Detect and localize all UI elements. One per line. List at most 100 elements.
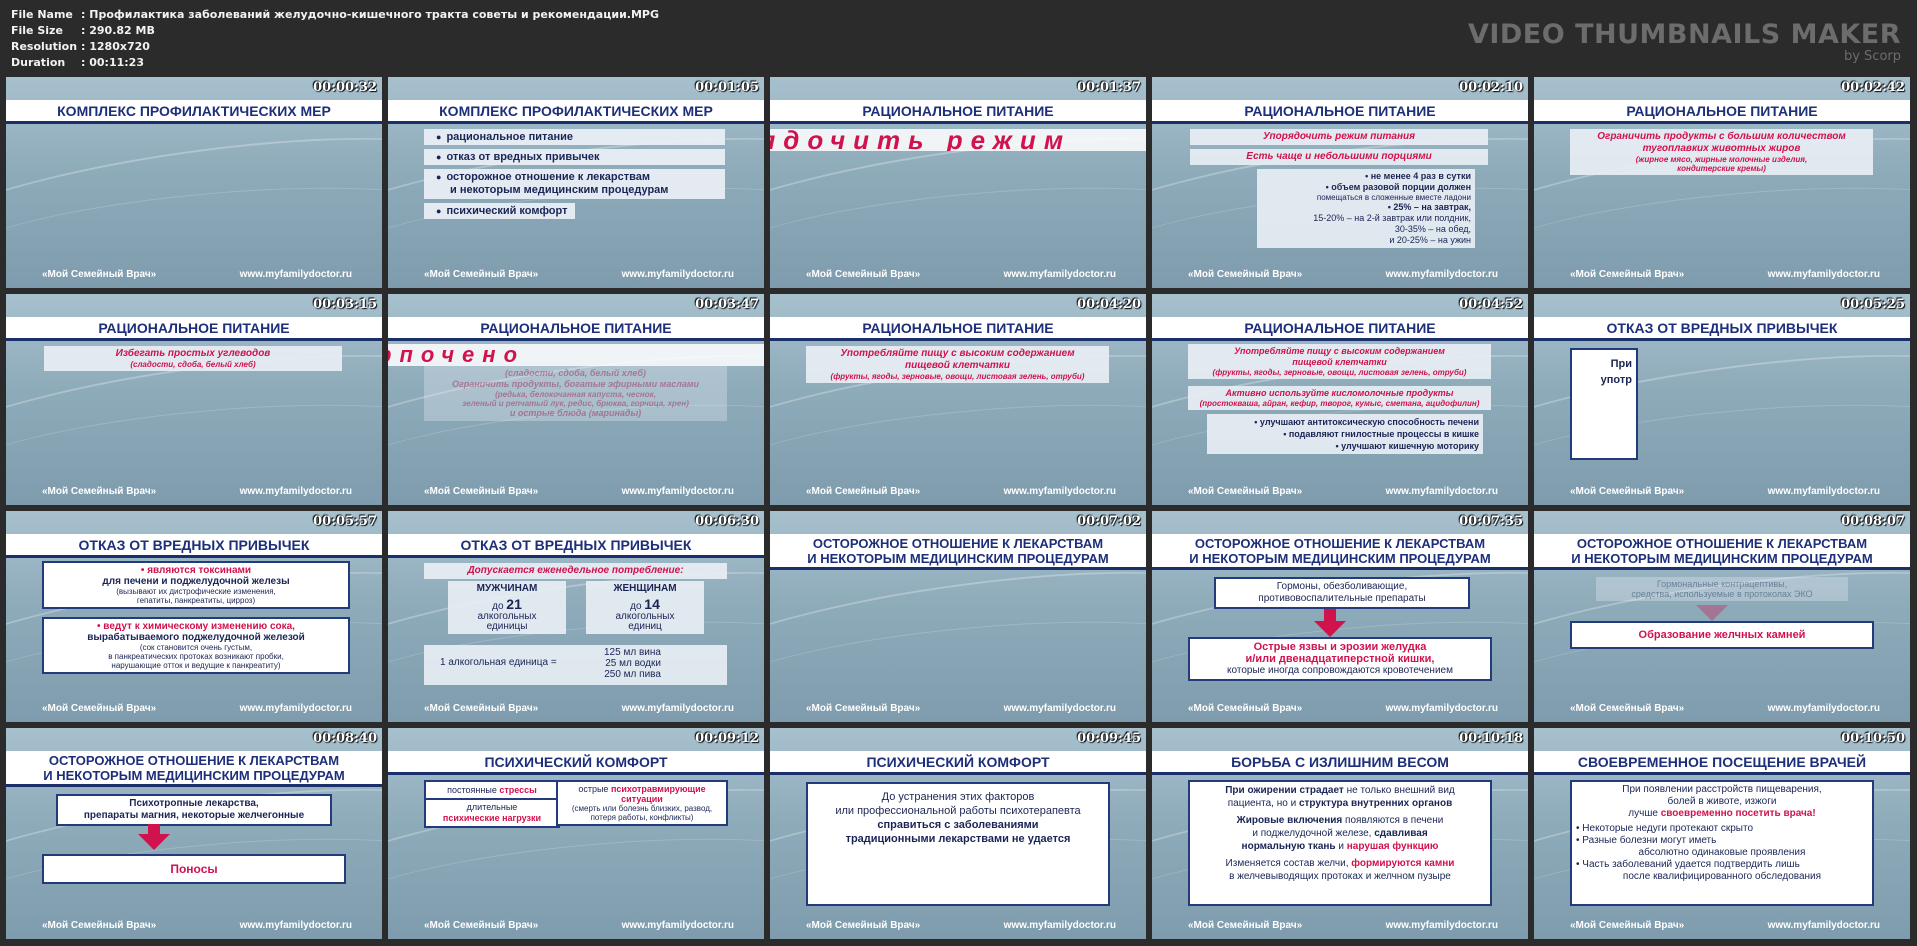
timestamp: 00:07:02 <box>1077 514 1141 529</box>
footer-url: www.myfamilydoctor.ru <box>621 486 734 497</box>
footer-url: www.myfamilydoctor.ru <box>621 269 734 280</box>
file-size-label: File Size <box>11 24 63 37</box>
arrow-down-icon <box>1696 605 1728 621</box>
text-box: 1 алкогольная единица = 125 мл вина 25 м… <box>424 645 727 685</box>
slide-title: РАЦИОНАЛЬНОЕ ПИТАНИЕ <box>388 317 764 341</box>
duration-row: Duration : 00:11:23 <box>11 55 659 71</box>
footer-brand: «Мой Семейный Врач» <box>1188 703 1303 714</box>
file-size-value: 290.82 MB <box>89 24 155 37</box>
thumbnail[interactable]: 00:10:50 СВОЕВРЕМЕННОЕ ПОСЕЩЕНИЕ ВРАЧЕЙ … <box>1534 728 1910 939</box>
footer-url: www.myfamilydoctor.ru <box>1767 269 1880 280</box>
thumbnail[interactable]: 00:02:42 РАЦИОНАЛЬНОЕ ПИТАНИЕ Ограничить… <box>1534 77 1910 288</box>
slide-content: ядочить режим <box>770 125 1146 262</box>
timestamp: 00:04:20 <box>1077 297 1141 312</box>
thumbnail[interactable]: 00:07:35 ОСТОРОЖНОЕ ОТНОШЕНИЕ К ЛЕКАРСТВ… <box>1152 511 1528 722</box>
slide-footer: «Мой Семейный Врач» www.myfamilydoctor.ru <box>1534 920 1910 931</box>
timestamp: 00:03:15 <box>313 297 377 312</box>
timestamp: 00:10:50 <box>1841 731 1905 746</box>
thumbnail[interactable]: 00:03:47 РАЦИОНАЛЬНОЕ ПИТАНИЕ рпочено (с… <box>388 294 764 505</box>
footer-brand: «Мой Семейный Врач» <box>424 269 539 280</box>
slide-title: ОСТОРОЖНОЕ ОТНОШЕНИЕ К ЛЕКАРСТВАМ И НЕКОТ… <box>6 751 382 787</box>
text-box: (сладости, сдоба, белый хлеб) Ограничить… <box>424 366 727 421</box>
footer-url: www.myfamilydoctor.ru <box>1003 703 1116 714</box>
slide-title: СВОЕВРЕМЕННОЕ ПОСЕЩЕНИЕ ВРАЧЕЙ <box>1534 751 1910 775</box>
slide-content: Употребляйте пищу с высоким содержанием … <box>770 342 1146 479</box>
text-box: Употребляйте пищу с высоким содержанием … <box>1188 344 1491 379</box>
thumbnail[interactable]: 00:07:02 ОСТОРОЖНОЕ ОТНОШЕНИЕ К ЛЕКАРСТВ… <box>770 511 1146 722</box>
slide-content: • являются токсинами для печени и поджел… <box>6 559 382 696</box>
slide-footer: «Мой Семейный Врач» www.myfamilydoctor.ru <box>1152 269 1528 280</box>
slide-footer: «Мой Семейный Врач» www.myfamilydoctor.ru <box>1534 703 1910 714</box>
slide-footer: «Мой Семейный Врач» www.myfamilydoctor.ru <box>1152 920 1528 931</box>
file-info-panel: File Name : Профилактика заболеваний жел… <box>11 7 659 71</box>
text-box: Избегать простых углеводов (сладости, сд… <box>44 346 342 371</box>
thumbnail[interactable]: 00:08:40 ОСТОРОЖНОЕ ОТНОШЕНИЕ К ЛЕКАРСТВ… <box>6 728 382 939</box>
timestamp: 00:05:57 <box>313 514 377 529</box>
slide-footer: «Мой Семейный Врач» www.myfamilydoctor.ru <box>6 703 382 714</box>
thumbnail[interactable]: 00:03:15 РАЦИОНАЛЬНОЕ ПИТАНИЕ Избегать п… <box>6 294 382 505</box>
footer-url: www.myfamilydoctor.ru <box>239 703 352 714</box>
duration-label: Duration <box>11 56 66 69</box>
thumbnail[interactable]: 00:09:45 ПСИХИЧЕСКИЙ КОМФОРТ До устранен… <box>770 728 1146 939</box>
separator: : <box>81 24 86 37</box>
file-name-row: File Name : Профилактика заболеваний жел… <box>11 7 659 23</box>
duration-value: 00:11:23 <box>89 56 144 69</box>
animated-text: рпочено <box>388 344 764 366</box>
footer-brand: «Мой Семейный Врач» <box>424 920 539 931</box>
thumbnail[interactable]: 00:01:05 КОМПЛЕКС ПРОФИЛАКТИЧЕСКИХ МЕР р… <box>388 77 764 288</box>
slide-content: Допускается еженедельное потребление: МУ… <box>388 559 764 696</box>
slide-title: РАЦИОНАЛЬНОЕ ПИТАНИЕ <box>1152 100 1528 124</box>
slide-content: Гормоны, обезболивающие, противовоспалит… <box>1152 577 1528 696</box>
slide-title: РАЦИОНАЛЬНОЕ ПИТАНИЕ <box>1534 100 1910 124</box>
thumbnail[interactable]: 00:08:07 ОСТОРОЖНОЕ ОТНОШЕНИЕ К ЛЕКАРСТВ… <box>1534 511 1910 722</box>
slide-footer: «Мой Семейный Врач» www.myfamilydoctor.ru <box>6 486 382 497</box>
slide-footer: «Мой Семейный Врач» www.myfamilydoctor.ru <box>770 269 1146 280</box>
text-box: • ведут к химическому изменению сока, вы… <box>42 617 350 674</box>
text-box: • являются токсинами для печени и поджел… <box>42 561 350 609</box>
thumbnail-grid: 00:00:32 КОМПЛЕКС ПРОФИЛАКТИЧЕСКИХ МЕР «… <box>6 77 1912 941</box>
footer-url: www.myfamilydoctor.ru <box>239 269 352 280</box>
footer-url: www.myfamilydoctor.ru <box>1003 920 1116 931</box>
footer-brand: «Мой Семейный Врач» <box>42 920 157 931</box>
thumbnail[interactable]: 00:04:20 РАЦИОНАЛЬНОЕ ПИТАНИЕ Употребляй… <box>770 294 1146 505</box>
thumbnail[interactable]: 00:06:30 ОТКАЗ ОТ ВРЕДНЫХ ПРИВЫЧЕК Допус… <box>388 511 764 722</box>
footer-brand: «Мой Семейный Врач» <box>1570 269 1685 280</box>
slide-footer: «Мой Семейный Врач» www.myfamilydoctor.ru <box>388 269 764 280</box>
thumbnail[interactable]: 00:02:10 РАЦИОНАЛЬНОЕ ПИТАНИЕ Упорядочит… <box>1152 77 1528 288</box>
thumbnail[interactable]: 00:05:57 ОТКАЗ ОТ ВРЕДНЫХ ПРИВЫЧЕК • явл… <box>6 511 382 722</box>
text-box: до 21 алкогольных единицы <box>448 597 566 634</box>
thumbnail[interactable]: 00:10:18 БОРЬБА С ИЗЛИШНИМ ВЕСОМ При ожи… <box>1152 728 1528 939</box>
footer-brand: «Мой Семейный Врач» <box>1570 920 1685 931</box>
thumbnail[interactable]: 00:04:52 РАЦИОНАЛЬНОЕ ПИТАНИЕ Употребляй… <box>1152 294 1528 505</box>
text-box: До устранения этих факторов или професси… <box>806 782 1110 906</box>
separator: : <box>81 40 86 53</box>
timestamp: 00:10:18 <box>1459 731 1523 746</box>
slide-footer: «Мой Семейный Врач» www.myfamilydoctor.ru <box>770 486 1146 497</box>
text-box: Острые язвы и эрозии желудка и/или двена… <box>1188 637 1492 681</box>
list-item: рациональное питание <box>424 129 725 145</box>
slide-content: Гормональные контрацептивы, средства, ис… <box>1534 577 1910 696</box>
thumbnail[interactable]: 00:01:37 РАЦИОНАЛЬНОЕ ПИТАНИЕ ядочить ре… <box>770 77 1146 288</box>
footer-brand: «Мой Семейный Врач» <box>806 269 921 280</box>
slide-footer: «Мой Семейный Врач» www.myfamilydoctor.ru <box>6 920 382 931</box>
thumbnail[interactable]: 00:00:32 КОМПЛЕКС ПРОФИЛАКТИЧЕСКИХ МЕР «… <box>6 77 382 288</box>
brand-watermark: VIDEO THUMBNAILS MAKER by Scorp <box>1468 20 1901 64</box>
file-name-label: File Name <box>11 8 73 21</box>
slide-footer: «Мой Семейный Врач» www.myfamilydoctor.ru <box>1534 269 1910 280</box>
footer-brand: «Мой Семейный Врач» <box>1570 703 1685 714</box>
slide-content: Ограничить продукты с большим количество… <box>1534 125 1910 262</box>
footer-url: www.myfamilydoctor.ru <box>1003 269 1116 280</box>
footer-url: www.myfamilydoctor.ru <box>239 486 352 497</box>
timestamp: 00:09:45 <box>1077 731 1141 746</box>
timestamp: 00:01:37 <box>1077 80 1141 95</box>
list-item: осторожное отношение к лекарствами некот… <box>424 169 725 199</box>
timestamp: 00:07:35 <box>1459 514 1523 529</box>
thumbnail[interactable]: 00:09:12 ПСИХИЧЕСКИЙ КОМФОРТ постоянные … <box>388 728 764 939</box>
slide-content: Избегать простых углеводов (сладости, сд… <box>6 342 382 479</box>
timestamp: 00:06:30 <box>695 514 759 529</box>
text-box: Допускается еженедельное потребление: <box>424 563 727 579</box>
thumbnail[interactable]: 00:05:25 ОТКАЗ ОТ ВРЕДНЫХ ПРИВЫЧЕК При у… <box>1534 294 1910 505</box>
arrow-down-icon <box>1314 621 1346 637</box>
footer-url: www.myfamilydoctor.ru <box>1767 920 1880 931</box>
resolution-value: 1280x720 <box>89 40 150 53</box>
